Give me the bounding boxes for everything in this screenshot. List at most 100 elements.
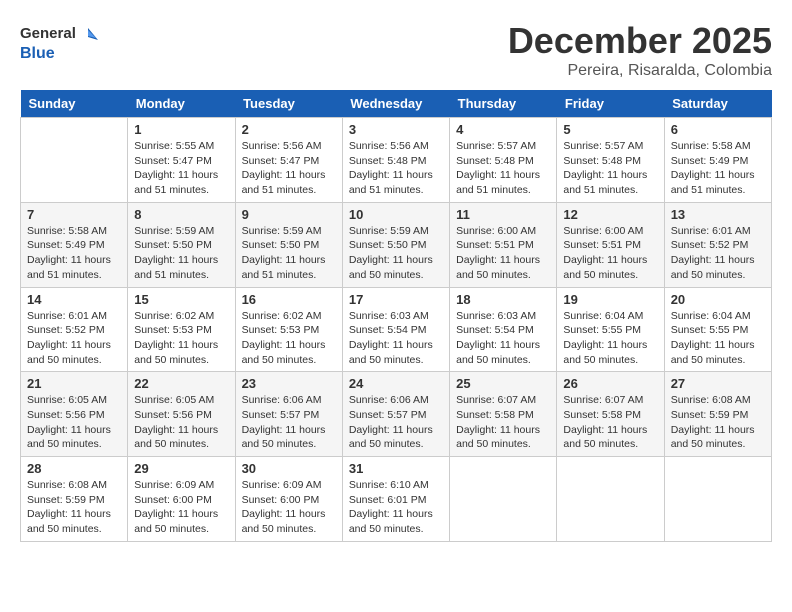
cell-content: Sunrise: 5:56 AM Sunset: 5:47 PM Dayligh… [242,139,336,198]
calendar-cell: 31Sunrise: 6:10 AM Sunset: 6:01 PM Dayli… [342,457,449,542]
calendar-cell: 29Sunrise: 6:09 AM Sunset: 6:00 PM Dayli… [128,457,235,542]
cell-content: Sunrise: 5:58 AM Sunset: 5:49 PM Dayligh… [27,224,121,283]
cell-content: Sunrise: 6:01 AM Sunset: 5:52 PM Dayligh… [671,224,765,283]
title-block: December 2025 Pereira, Risaralda, Colomb… [508,20,772,80]
day-number: 20 [671,292,765,307]
svg-text:Blue: Blue [20,45,55,62]
calendar-cell: 7 Sunrise: 5:58 AM Sunset: 5:49 PM Daylig… [21,202,128,287]
cell-content: Sunrise: 5:59 AM Sunset: 5:50 PM Dayligh… [349,224,443,283]
day-number: 4 [456,122,550,137]
calendar-cell: 8 Sunrise: 5:59 AM Sunset: 5:50 PM Daylig… [128,202,235,287]
calendar-cell [664,457,771,542]
location-title: Pereira, Risaralda, Colombia [508,62,772,80]
cell-content: Sunrise: 6:02 AM Sunset: 5:53 PM Dayligh… [134,309,228,368]
cell-content: Sunrise: 6:04 AM Sunset: 5:55 PM Dayligh… [671,309,765,368]
day-number: 14 [27,292,121,307]
cell-content: Sunrise: 5:56 AM Sunset: 5:48 PM Dayligh… [349,139,443,198]
day-number: 9 [242,207,336,222]
cell-content: Sunrise: 6:06 AM Sunset: 5:57 PM Dayligh… [349,393,443,452]
cell-content: Sunrise: 5:57 AM Sunset: 5:48 PM Dayligh… [563,139,657,198]
day-number: 18 [456,292,550,307]
day-of-week-header: Thursday [450,90,557,118]
calendar-cell: 3 Sunrise: 5:56 AM Sunset: 5:48 PM Daylig… [342,118,449,203]
day-number: 24 [349,376,443,391]
calendar-cell: 12 Sunrise: 6:00 AM Sunset: 5:51 PM Dayli… [557,202,664,287]
month-title: December 2025 [508,20,772,62]
calendar-cell: 2 Sunrise: 5:56 AM Sunset: 5:47 PM Daylig… [235,118,342,203]
calendar-cell: 6 Sunrise: 5:58 AM Sunset: 5:49 PM Daylig… [664,118,771,203]
day-number: 7 [27,207,121,222]
calendar-cell: 16Sunrise: 6:02 AM Sunset: 5:53 PM Dayli… [235,287,342,372]
calendar-cell: 25 Sunrise: 6:07 AM Sunset: 5:58 PM Dayli… [450,372,557,457]
day-number: 21 [27,376,121,391]
cell-content: Sunrise: 6:09 AM Sunset: 6:00 PM Dayligh… [242,478,336,537]
day-number: 23 [242,376,336,391]
cell-content: Sunrise: 6:03 AM Sunset: 5:54 PM Dayligh… [456,309,550,368]
day-of-week-header: Sunday [21,90,128,118]
calendar-cell: 18 Sunrise: 6:03 AM Sunset: 5:54 PM Dayli… [450,287,557,372]
cell-content: Sunrise: 6:07 AM Sunset: 5:58 PM Dayligh… [456,393,550,452]
cell-content: Sunrise: 5:58 AM Sunset: 5:49 PM Dayligh… [671,139,765,198]
day-number: 25 [456,376,550,391]
day-number: 3 [349,122,443,137]
calendar-cell: 15 Sunrise: 6:02 AM Sunset: 5:53 PM Dayli… [128,287,235,372]
calendar-cell: 19Sunrise: 6:04 AM Sunset: 5:55 PM Dayli… [557,287,664,372]
logo: General Blue [20,20,100,65]
calendar-cell: 5 Sunrise: 5:57 AM Sunset: 5:48 PM Daylig… [557,118,664,203]
calendar-cell [450,457,557,542]
day-of-week-header: Wednesday [342,90,449,118]
day-of-week-header: Monday [128,90,235,118]
calendar-week-row: 14 Sunrise: 6:01 AM Sunset: 5:52 PM Dayli… [21,287,772,372]
day-number: 27 [671,376,765,391]
calendar-cell: 13 Sunrise: 6:01 AM Sunset: 5:52 PM Dayli… [664,202,771,287]
calendar-cell: 26 Sunrise: 6:07 AM Sunset: 5:58 PM Dayli… [557,372,664,457]
day-number: 8 [134,207,228,222]
cell-content: Sunrise: 6:07 AM Sunset: 5:58 PM Dayligh… [563,393,657,452]
calendar-cell: 30 Sunrise: 6:09 AM Sunset: 6:00 PM Dayli… [235,457,342,542]
cell-content: Sunrise: 6:01 AM Sunset: 5:52 PM Dayligh… [27,309,121,368]
day-number: 11 [456,207,550,222]
cell-content: Sunrise: 5:59 AM Sunset: 5:50 PM Dayligh… [134,224,228,283]
calendar-week-row: 1Sunrise: 5:55 AM Sunset: 5:47 PM Daylig… [21,118,772,203]
calendar-cell: 23 Sunrise: 6:06 AM Sunset: 5:57 PM Dayli… [235,372,342,457]
calendar-cell: 4 Sunrise: 5:57 AM Sunset: 5:48 PM Daylig… [450,118,557,203]
calendar-cell [557,457,664,542]
cell-content: Sunrise: 6:08 AM Sunset: 5:59 PM Dayligh… [27,478,121,537]
day-number: 5 [563,122,657,137]
cell-content: Sunrise: 6:00 AM Sunset: 5:51 PM Dayligh… [456,224,550,283]
day-number: 28 [27,461,121,476]
cell-content: Sunrise: 6:10 AM Sunset: 6:01 PM Dayligh… [349,478,443,537]
day-number: 30 [242,461,336,476]
calendar-cell: 22 Sunrise: 6:05 AM Sunset: 5:56 PM Dayli… [128,372,235,457]
calendar-cell [21,118,128,203]
calendar-week-row: 21 Sunrise: 6:05 AM Sunset: 5:56 PM Dayli… [21,372,772,457]
cell-content: Sunrise: 6:09 AM Sunset: 6:00 PM Dayligh… [134,478,228,537]
cell-content: Sunrise: 5:57 AM Sunset: 5:48 PM Dayligh… [456,139,550,198]
day-number: 10 [349,207,443,222]
day-number: 6 [671,122,765,137]
day-number: 16 [242,292,336,307]
day-number: 12 [563,207,657,222]
day-number: 15 [134,292,228,307]
cell-content: Sunrise: 6:05 AM Sunset: 5:56 PM Dayligh… [27,393,121,452]
cell-content: Sunrise: 6:05 AM Sunset: 5:56 PM Dayligh… [134,393,228,452]
cell-content: Sunrise: 6:03 AM Sunset: 5:54 PM Dayligh… [349,309,443,368]
svg-text:General: General [20,25,76,42]
calendar-header-row: SundayMondayTuesdayWednesdayThursdayFrid… [21,90,772,118]
cell-content: Sunrise: 5:55 AM Sunset: 5:47 PM Dayligh… [134,139,228,198]
calendar-cell: 17Sunrise: 6:03 AM Sunset: 5:54 PM Dayli… [342,287,449,372]
calendar-table: SundayMondayTuesdayWednesdayThursdayFrid… [20,90,772,542]
calendar-cell: 24 Sunrise: 6:06 AM Sunset: 5:57 PM Dayli… [342,372,449,457]
day-of-week-header: Friday [557,90,664,118]
logo-svg: General Blue [20,20,100,65]
day-number: 2 [242,122,336,137]
calendar-cell: 20 Sunrise: 6:04 AM Sunset: 5:55 PM Dayli… [664,287,771,372]
day-number: 22 [134,376,228,391]
page-header: General Blue December 2025 Pereira, Risa… [20,20,772,80]
cell-content: Sunrise: 6:06 AM Sunset: 5:57 PM Dayligh… [242,393,336,452]
day-of-week-header: Saturday [664,90,771,118]
cell-content: Sunrise: 6:00 AM Sunset: 5:51 PM Dayligh… [563,224,657,283]
calendar-cell: 14 Sunrise: 6:01 AM Sunset: 5:52 PM Dayli… [21,287,128,372]
day-number: 13 [671,207,765,222]
day-number: 26 [563,376,657,391]
